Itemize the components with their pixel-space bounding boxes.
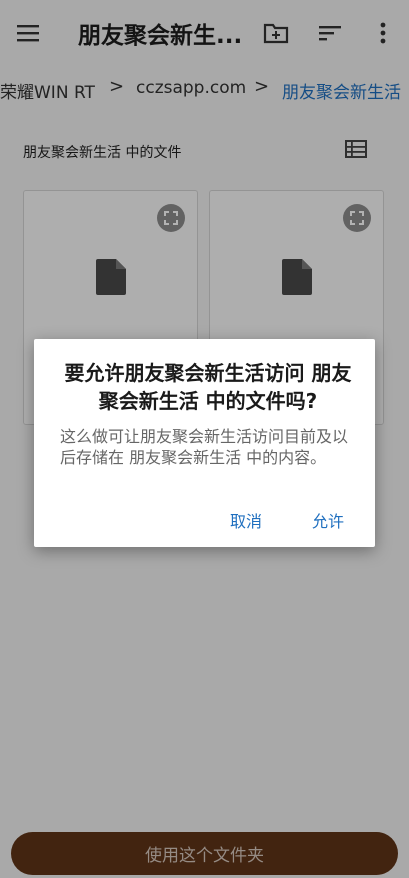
dialog-message: 这么做可让朋友聚会新生活访问目前及以后存储在 朋友聚会新生活 中的内容。: [60, 427, 349, 467]
permission-dialog: 要允许朋友聚会新生活访问 朋友聚会新生活 中的文件吗? 这么做可让朋友聚会新生活…: [34, 339, 375, 547]
allow-button[interactable]: 允许: [312, 508, 344, 532]
cancel-button[interactable]: 取消: [230, 508, 262, 532]
dialog-title: 要允许朋友聚会新生活访问 朋友聚会新生活 中的文件吗?: [64, 361, 352, 413]
